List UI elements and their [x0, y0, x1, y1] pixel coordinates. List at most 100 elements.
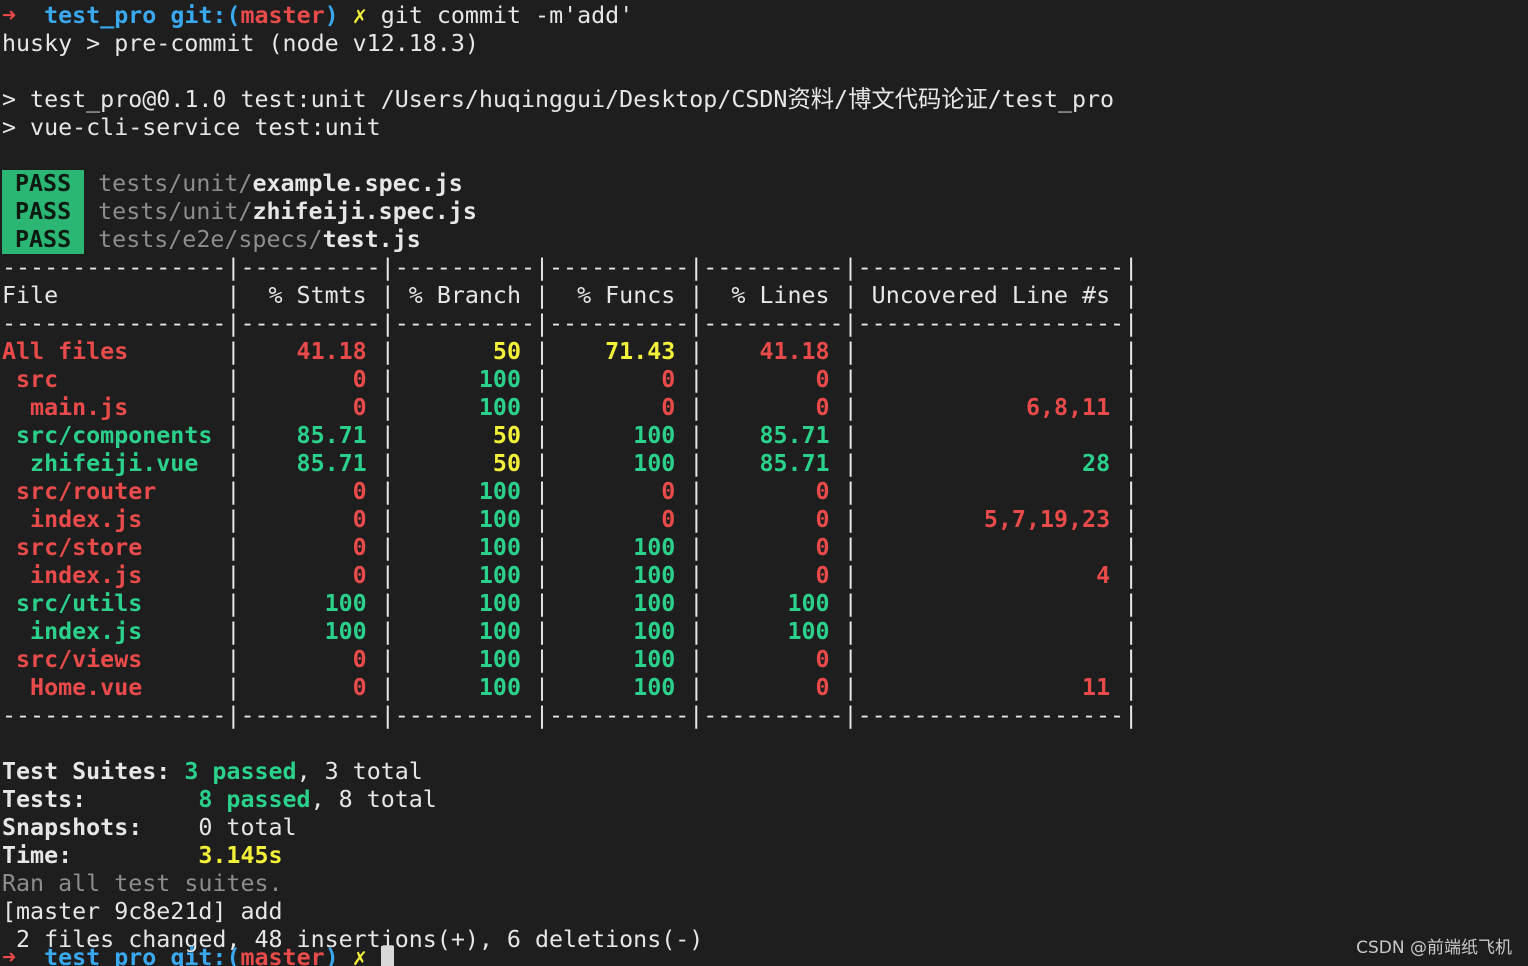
coverage-file-cell: src/utils — [2, 590, 227, 617]
lines-cell: 0 — [703, 394, 844, 421]
lines-cell: 100 — [703, 590, 844, 617]
branch-cell: 100 — [394, 394, 536, 421]
total-count: 3 total — [324, 758, 423, 785]
time-value: 3.145s — [198, 842, 283, 869]
table-row: src/components | 85.71 | 50 | 100 | 85.7… — [2, 422, 1139, 449]
uncovered-lines-cell — [858, 338, 1125, 365]
funcs-cell: 100 — [549, 590, 690, 617]
coverage-file-cell: src — [2, 366, 227, 393]
lines-cell: 0 — [703, 506, 844, 533]
branch-cell: 100 — [394, 506, 536, 533]
text-cursor[interactable] — [380, 946, 394, 966]
uncovered-lines-cell: 6,8,11 — [857, 394, 1125, 421]
watermark: CSDN @前端纸飞机 — [1356, 938, 1512, 958]
branch-cell: 100 — [394, 674, 536, 701]
test-path-dir: tests/unit/ — [98, 198, 253, 225]
passed-count: 3 passed — [184, 758, 297, 785]
lines-cell: 0 — [703, 366, 844, 393]
coverage-file-cell: index.js — [2, 618, 227, 645]
lines-cell: 100 — [703, 618, 844, 645]
uncovered-lines-cell: 11 — [857, 674, 1125, 701]
stmts-cell: 0 — [240, 478, 381, 505]
table-row: src/store | 0 | 100 | 100 | 0 | | — [2, 534, 1139, 561]
ran-all-line: Ran all test suites. — [2, 870, 283, 897]
coverage-file-cell: src/views — [2, 646, 227, 673]
coverage-file-cell: src/router — [2, 478, 227, 505]
uncovered-lines-cell — [858, 618, 1125, 645]
funcs-cell: 100 — [549, 422, 690, 449]
table-header-row: File | % Stmts | % Branch | % Funcs | % … — [2, 282, 1139, 309]
coverage-file-cell: index.js — [2, 506, 227, 533]
test-file-name: zhifeiji.spec.js — [252, 198, 477, 225]
uncovered-lines-cell: 5,7,19,23 — [857, 506, 1125, 533]
coverage-file-cell: zhifeiji.vue — [2, 450, 227, 477]
table-separator: ----------------|----------|----------|-… — [2, 702, 1139, 729]
summary-suites: Test Suites: 3 passed, 3 total — [2, 758, 423, 785]
coverage-file-cell: Home.vue — [2, 674, 227, 701]
table-header-cell: % Funcs — [549, 282, 690, 309]
table-separator: ----------------|----------|----------|-… — [2, 310, 1139, 337]
total-count: 0 total — [198, 814, 297, 841]
uncovered-lines-cell: 28 — [857, 450, 1125, 477]
stmts-cell: 0 — [240, 646, 381, 673]
pass-badge: PASS — [2, 226, 85, 254]
table-header-cell: File — [2, 282, 227, 309]
commit-line: [master 9c8e21d] add — [2, 898, 283, 925]
lines-cell: 41.18 — [703, 338, 844, 365]
lines-cell: 0 — [703, 534, 844, 561]
uncovered-lines-cell — [858, 646, 1125, 673]
test-result-line: PASS tests/unit/example.spec.js — [2, 170, 1138, 198]
branch-cell: 100 — [394, 366, 536, 393]
git-label-close: ) — [324, 2, 339, 29]
table-row: src/router | 0 | 100 | 0 | 0 | | — [2, 478, 1139, 505]
summary-time: Time: 3.145s — [2, 842, 1138, 870]
summary-snapshots: Snapshots: 0 total — [2, 814, 1138, 842]
funcs-cell: 71.43 — [549, 338, 690, 365]
funcs-cell: 100 — [549, 562, 690, 589]
table-header-cell: % Branch — [394, 282, 536, 309]
prompt-arrow-icon: ➜ — [2, 2, 17, 29]
test-result-line: PASS tests/unit/zhifeiji.spec.js — [2, 198, 1138, 226]
husky-line: husky > pre-commit (node v12.18.3) — [2, 30, 479, 57]
coverage-file-cell: src/store — [2, 534, 227, 561]
uncovered-lines-cell — [858, 366, 1125, 393]
dirty-mark-icon: ✗ — [352, 946, 367, 966]
git-branch: master — [240, 946, 325, 966]
lines-cell: 0 — [703, 646, 844, 673]
dirty-mark-icon: ✗ — [352, 2, 367, 29]
table-row: zhifeiji.vue | 85.71 | 50 | 100 | 85.71 … — [2, 450, 1139, 477]
branch-cell: 100 — [394, 478, 536, 505]
table-row: src | 0 | 100 | 0 | 0 | | — [2, 366, 1139, 393]
stmts-cell: 0 — [240, 534, 381, 561]
lines-cell: 0 — [703, 478, 844, 505]
uncovered-lines-cell: 4 — [857, 562, 1125, 589]
test-file-name: example.spec.js — [252, 170, 463, 197]
coverage-file-cell: All files — [2, 338, 227, 365]
funcs-cell: 100 — [549, 618, 690, 645]
funcs-cell: 0 — [549, 506, 690, 533]
table-row: All files | 41.18 | 50 | 71.43 | 41.18 |… — [2, 338, 1139, 365]
pass-badge: PASS — [2, 170, 85, 198]
test-path-dir: tests/unit/ — [98, 170, 253, 197]
test-file-name: test.js — [322, 226, 421, 253]
coverage-file-cell: src/components — [2, 422, 227, 449]
stmts-cell: 0 — [240, 506, 381, 533]
table-row: main.js | 0 | 100 | 0 | 0 | 6,8,11 | — [2, 394, 1139, 421]
summary-label: Tests: — [2, 786, 87, 813]
funcs-cell: 0 — [549, 366, 690, 393]
table-header-cell: Uncovered Line #s — [857, 282, 1125, 309]
coverage-table: ----------------|----------|----------|-… — [2, 254, 1138, 730]
stmts-cell: 85.71 — [240, 422, 381, 449]
table-separator: ----------------|----------|----------|-… — [2, 254, 1139, 281]
git-branch: master — [240, 2, 325, 29]
funcs-cell: 100 — [549, 674, 690, 701]
funcs-cell: 0 — [549, 478, 690, 505]
table-row: index.js | 0 | 100 | 0 | 0 | 5,7,19,23 | — [2, 506, 1139, 533]
funcs-cell: 100 — [549, 534, 690, 561]
terminal-output: ➜ test_pro git:(master) ✗ git commit -m'… — [2, 2, 1138, 954]
partial-prompt-line: ➜ test_pro git:(master) ✗ — [2, 946, 394, 966]
lines-cell: 85.71 — [703, 450, 844, 477]
branch-cell: 100 — [394, 562, 536, 589]
branch-cell: 100 — [394, 618, 536, 645]
branch-cell: 100 — [394, 646, 536, 673]
